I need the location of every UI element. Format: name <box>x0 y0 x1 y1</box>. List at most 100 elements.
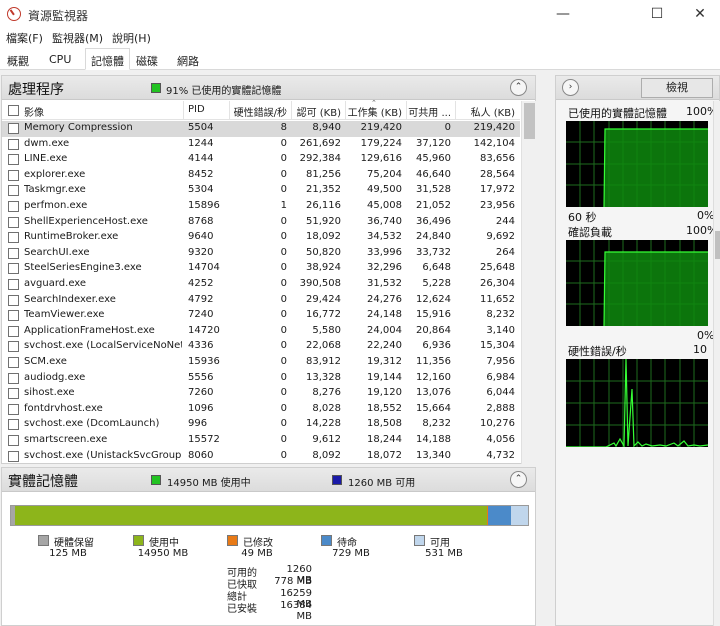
process-private: 2,888 <box>486 402 515 414</box>
process-private: 28,564 <box>480 168 515 180</box>
process-checkbox[interactable] <box>8 123 19 134</box>
process-pid: 1096 <box>188 402 214 414</box>
process-checkbox[interactable] <box>8 294 19 306</box>
tab-cpu[interactable]: CPU <box>44 50 76 70</box>
process-checkbox[interactable] <box>8 279 19 290</box>
processes-title: 處理程序 <box>8 82 64 98</box>
process-row[interactable]: fontdrvhost.exe 1096 0 8,028 18,552 15,664 2,8… <box>2 402 520 418</box>
processes-header[interactable]: 處理程序 91% 已使用的實體記憶體 ⌃ <box>2 76 535 100</box>
process-hard-faults: 0 <box>280 418 287 430</box>
process-row[interactable]: SearchUI.exe 9320 0 50,820 33,996 33,732 264 <box>2 246 520 262</box>
process-working-set: 31,532 <box>367 278 402 289</box>
column-hard-faults[interactable]: 硬性錯誤/秒 <box>231 104 287 119</box>
process-pid: 14704 <box>188 262 220 274</box>
process-row[interactable]: sihost.exe 7260 0 8,276 19,120 13,076 6,044 <box>2 386 520 402</box>
process-row[interactable]: LINE.exe 4144 0 292,384 129,616 45,960 83,656 <box>2 152 520 168</box>
process-checkbox[interactable] <box>8 403 19 415</box>
process-private: 15,304 <box>480 340 515 352</box>
process-checkbox[interactable] <box>8 341 19 353</box>
process-row[interactable]: RuntimeBroker.exe 9640 0 18,092 34,532 24,840… <box>2 230 520 246</box>
process-row[interactable]: avguard.exe 4252 0 390,508 31,532 5,228 26,304 <box>2 277 520 293</box>
process-checkbox[interactable] <box>8 154 19 166</box>
process-row[interactable]: SearchIndexer.exe 4792 0 29,424 24,276 12,624… <box>2 293 520 309</box>
process-working-set: 19,312 <box>367 356 402 367</box>
process-checkbox[interactable] <box>8 310 19 322</box>
column-divider <box>406 101 407 120</box>
process-checkbox[interactable] <box>8 138 19 150</box>
process-shareable: 31,528 <box>416 184 451 196</box>
process-name: Taskmgr.exe <box>24 184 86 196</box>
process-shareable: 20,864 <box>416 324 451 336</box>
process-checkbox[interactable] <box>8 325 19 337</box>
process-row[interactable]: audiodg.exe 5556 0 13,328 19,144 12,160 6,984 <box>2 371 520 387</box>
process-row[interactable]: SCM.exe 15936 0 83,912 19,312 11,356 7,956 <box>2 355 520 371</box>
sort-arrow-icon: ⌃ <box>371 99 377 107</box>
process-row[interactable]: svchost.exe (DcomLaunch) 996 0 14,228 18,508… <box>2 417 520 433</box>
process-row[interactable]: explorer.exe 8452 0 81,256 75,204 46,640 28,56… <box>2 168 520 184</box>
process-row[interactable]: ShellExperienceHost.exe 8768 0 51,920 36,740… <box>2 215 520 231</box>
process-checkbox[interactable] <box>8 388 19 400</box>
process-checkbox[interactable] <box>8 372 19 384</box>
process-row[interactable]: Memory Compression 5504 8 8,940 219,420 0 219,… <box>2 121 520 137</box>
process-commit: 292,384 <box>299 153 341 165</box>
legend-label: 待命 <box>337 538 357 549</box>
process-commit: 18,092 <box>306 231 341 243</box>
graphs-scrollbar[interactable] <box>713 101 720 626</box>
view-button[interactable]: 檢視 <box>641 78 713 98</box>
process-checkbox[interactable] <box>8 169 19 181</box>
menu-file[interactable]: 檔案(F) <box>6 30 43 46</box>
process-checkbox[interactable] <box>8 450 19 462</box>
minimize-button[interactable]: — <box>548 4 578 24</box>
process-checkbox[interactable] <box>8 419 19 431</box>
process-list: Memory Compression 5504 8 8,940 219,420 0 219,… <box>2 121 520 464</box>
process-row[interactable]: Taskmgr.exe 5304 0 21,352 49,500 31,528 17,972 <box>2 183 520 199</box>
tab-memory[interactable]: 記憶體 <box>85 48 130 70</box>
graphs-header: › 檢視 <box>556 76 719 100</box>
process-hard-faults: 0 <box>280 262 287 274</box>
close-button[interactable]: ✕ <box>685 4 715 24</box>
column-pid[interactable]: PID <box>188 104 205 115</box>
process-row[interactable]: svchost.exe (LocalServiceNoNetwo... 4336 0… <box>2 339 520 355</box>
column-shareable[interactable]: 可共用 ... <box>408 104 451 119</box>
process-row[interactable]: svchost.exe (UnistackSvcGroup) 8060 0 8,092… <box>2 449 520 464</box>
process-row[interactable]: perfmon.exe 15896 1 26,116 45,008 21,052 23,95… <box>2 199 520 215</box>
process-checkbox[interactable] <box>8 232 19 244</box>
process-name: SearchUI.exe <box>24 246 90 258</box>
process-row[interactable]: smartscreen.exe 15572 0 9,612 18,244 14,188 4,… <box>2 433 520 449</box>
process-checkbox[interactable] <box>8 247 19 259</box>
column-image[interactable]: 影像 <box>24 104 44 119</box>
menu-help[interactable]: 說明(H) <box>112 30 151 46</box>
select-all-checkbox[interactable] <box>8 105 19 116</box>
process-list-scrollbar[interactable] <box>521 101 536 464</box>
process-row[interactable]: dwm.exe 1244 0 261,692 179,224 37,120 142,104 <box>2 137 520 153</box>
process-row[interactable]: TeamViewer.exe 7240 0 16,772 24,148 15,916 8,2… <box>2 308 520 324</box>
tab-overview[interactable]: 概觀 <box>2 50 34 70</box>
process-checkbox[interactable] <box>8 435 19 446</box>
collapse-processes-button[interactable]: ⌃ <box>510 79 527 96</box>
maximize-button[interactable]: ☐ <box>642 4 672 24</box>
collapse-physical-memory-button[interactable]: ⌃ <box>510 471 527 488</box>
process-checkbox[interactable] <box>8 201 19 212</box>
expand-graphs-button[interactable]: › <box>562 79 579 96</box>
column-commit[interactable]: 認可 (KB) <box>293 104 341 119</box>
menu-monitor[interactable]: 監視器(M) <box>52 30 103 46</box>
process-checkbox[interactable] <box>8 357 19 368</box>
tab-network[interactable]: 網路 <box>172 50 204 70</box>
column-divider <box>291 101 292 120</box>
process-commit: 81,256 <box>306 168 341 180</box>
process-hard-faults: 0 <box>280 137 287 149</box>
process-row[interactable]: ApplicationFrameHost.exe 14720 0 5,580 24,00… <box>2 324 520 340</box>
column-private[interactable]: 私人 (KB) <box>457 104 515 119</box>
process-private: 10,276 <box>480 418 515 430</box>
process-checkbox[interactable] <box>8 185 19 197</box>
process-row[interactable]: SteelSeriesEngine3.exe 14704 0 38,924 32,296… <box>2 261 520 277</box>
scrollbar-thumb[interactable] <box>524 103 535 139</box>
process-pid: 996 <box>188 418 208 430</box>
process-hard-faults: 0 <box>280 371 287 383</box>
memory-bar-segment <box>488 506 512 525</box>
process-checkbox[interactable] <box>8 216 19 228</box>
tab-disk[interactable]: 磁碟 <box>131 50 163 70</box>
process-checkbox[interactable] <box>8 263 19 275</box>
physical-memory-header[interactable]: 實體記憶體 14950 MB 使用中 1260 MB 可用 ⌃ <box>2 468 535 492</box>
graphs-scrollbar-thumb[interactable] <box>715 231 720 259</box>
